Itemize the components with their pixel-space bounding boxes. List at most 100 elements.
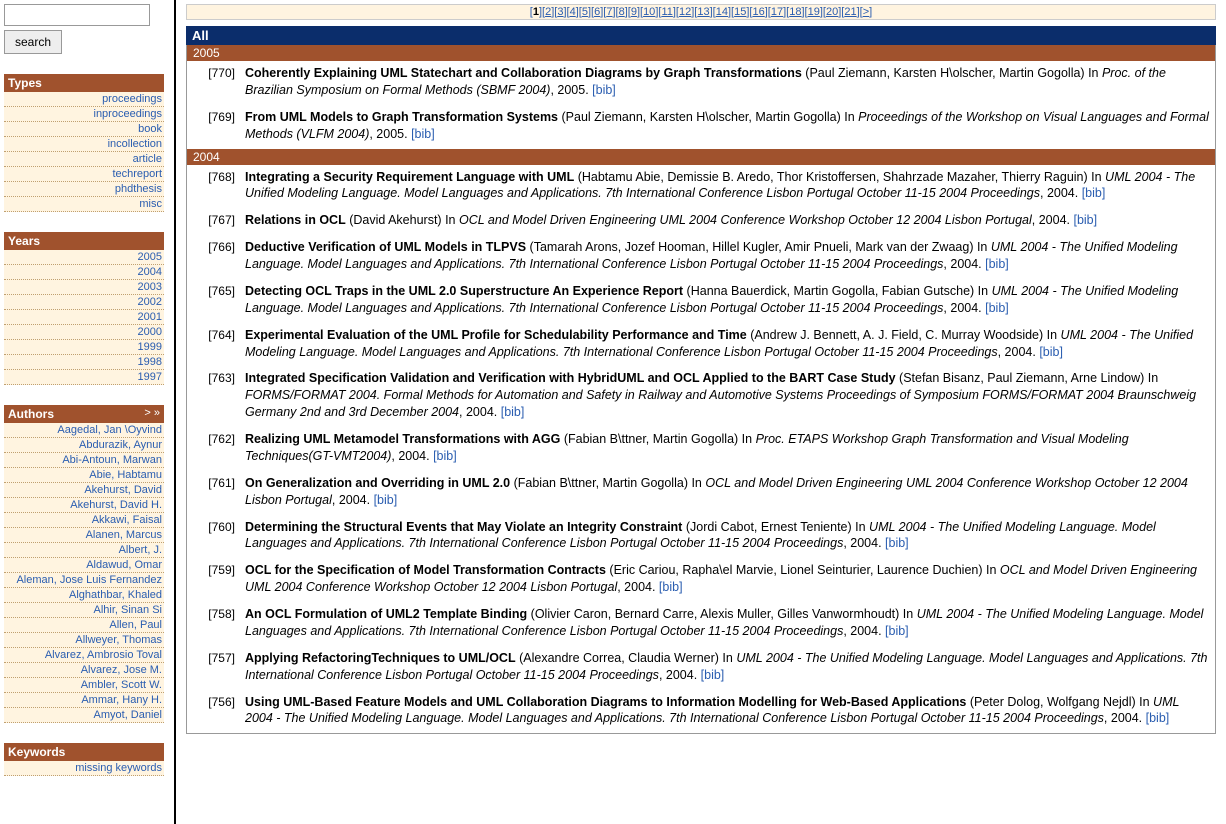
types-item[interactable]: misc — [4, 197, 164, 212]
authors-item[interactable]: Abdurazik, Aynur — [4, 438, 164, 453]
bib-link[interactable]: [bib] — [501, 405, 525, 419]
authors-item[interactable]: Abi-Antoun, Marwan — [4, 453, 164, 468]
page-link[interactable]: 15 — [734, 6, 746, 18]
authors-item[interactable]: Alvarez, Ambrosio Toval — [4, 648, 164, 663]
page-link[interactable]: 2 — [545, 6, 551, 18]
entry-body: Using UML-Based Feature Models and UML C… — [245, 694, 1209, 728]
entry-title[interactable]: Applying RefactoringTechniques to UML/OC… — [245, 651, 516, 665]
authors-item[interactable]: Akehurst, David H. — [4, 498, 164, 513]
bib-link[interactable]: [bib] — [411, 127, 435, 141]
keywords-item[interactable]: missing keywords — [4, 761, 164, 776]
types-item[interactable]: techreport — [4, 167, 164, 182]
page-link[interactable]: 5 — [582, 6, 588, 18]
bib-link[interactable]: [bib] — [433, 449, 457, 463]
years-item[interactable]: 2000 — [4, 325, 164, 340]
entry-title[interactable]: Experimental Evaluation of the UML Profi… — [245, 328, 747, 342]
authors-item[interactable]: Ammar, Hany H. — [4, 693, 164, 708]
entry-title[interactable]: Integrating a Security Requirement Langu… — [245, 170, 574, 184]
search-input[interactable] — [4, 4, 150, 26]
years-item[interactable]: 2001 — [4, 310, 164, 325]
years-item[interactable]: 2002 — [4, 295, 164, 310]
types-item[interactable]: phdthesis — [4, 182, 164, 197]
page-link[interactable]: 3 — [557, 6, 563, 18]
page-link[interactable]: 21 — [844, 6, 856, 18]
entry-title[interactable]: Relations in OCL — [245, 213, 346, 227]
types-item[interactable]: book — [4, 122, 164, 137]
page-link[interactable]: 14 — [716, 6, 728, 18]
entry-title[interactable]: Determining the Structural Events that M… — [245, 520, 682, 534]
years-item[interactable]: 2003 — [4, 280, 164, 295]
authors-item[interactable]: Aagedal, Jan \Oyvind — [4, 423, 164, 438]
page-link[interactable]: 16 — [752, 6, 764, 18]
years-item[interactable]: 1997 — [4, 370, 164, 385]
bib-link[interactable]: [bib] — [885, 536, 909, 550]
authors-item[interactable]: Akkawi, Faisal — [4, 513, 164, 528]
page-link[interactable]: 13 — [697, 6, 709, 18]
bib-link[interactable]: [bib] — [701, 668, 725, 682]
years-item[interactable]: 1999 — [4, 340, 164, 355]
types-item[interactable]: article — [4, 152, 164, 167]
entry-title[interactable]: From UML Models to Graph Transformation … — [245, 110, 558, 124]
entry-title[interactable]: Using UML-Based Feature Models and UML C… — [245, 695, 966, 709]
page-link[interactable]: 9 — [631, 6, 637, 18]
entry-body: OCL for the Specification of Model Trans… — [245, 562, 1209, 596]
entry-title[interactable]: On Generalization and Overriding in UML … — [245, 476, 510, 490]
bib-link[interactable]: [bib] — [592, 83, 616, 97]
authors-item[interactable]: Amyot, Daniel — [4, 708, 164, 723]
authors-item[interactable]: Ambler, Scott W. — [4, 678, 164, 693]
entry-row: [768]Integrating a Security Requirement … — [187, 165, 1215, 209]
page-link[interactable]: 17 — [771, 6, 783, 18]
entry-title[interactable]: Realizing UML Metamodel Transformations … — [245, 432, 560, 446]
bib-link[interactable]: [bib] — [374, 493, 398, 507]
bib-link[interactable]: [bib] — [1039, 345, 1063, 359]
authors-item[interactable]: Alghathbar, Khaled — [4, 588, 164, 603]
bib-link[interactable]: [bib] — [1073, 213, 1097, 227]
page-link[interactable]: 8 — [619, 6, 625, 18]
page-link[interactable]: 20 — [826, 6, 838, 18]
page-next[interactable]: > — [863, 6, 869, 18]
authors-item[interactable]: Alvarez, Jose M. — [4, 663, 164, 678]
entry-title[interactable]: Detecting OCL Traps in the UML 2.0 Super… — [245, 284, 683, 298]
entry-title[interactable]: OCL for the Specification of Model Trans… — [245, 563, 606, 577]
authors-item[interactable]: Akehurst, David — [4, 483, 164, 498]
panel-types: Types proceedingsinproceedingsbookincoll… — [4, 74, 164, 212]
authors-item[interactable]: Aleman, Jose Luis Fernandez — [4, 573, 164, 588]
bib-link[interactable]: [bib] — [985, 257, 1009, 271]
authors-item[interactable]: Allen, Paul — [4, 618, 164, 633]
types-item[interactable]: proceedings — [4, 92, 164, 107]
authors-item[interactable]: Abie, Habtamu — [4, 468, 164, 483]
bib-link[interactable]: [bib] — [1146, 711, 1170, 725]
bib-link[interactable]: [bib] — [885, 624, 909, 638]
types-item[interactable]: incollection — [4, 137, 164, 152]
entry-row: [757]Applying RefactoringTechniques to U… — [187, 646, 1215, 690]
entry-row: [766]Deductive Verification of UML Model… — [187, 235, 1215, 279]
panel-keywords-title: Keywords — [8, 745, 65, 759]
bib-link[interactable]: [bib] — [985, 301, 1009, 315]
entry-title[interactable]: Deductive Verification of UML Models in … — [245, 240, 526, 254]
bib-link[interactable]: [bib] — [659, 580, 683, 594]
bib-link[interactable]: [bib] — [1082, 186, 1106, 200]
panel-keywords: Keywords missing keywords — [4, 743, 164, 776]
years-item[interactable]: 2005 — [4, 250, 164, 265]
years-item[interactable]: 1998 — [4, 355, 164, 370]
authors-item[interactable]: Alhir, Sinan Si — [4, 603, 164, 618]
entry-title[interactable]: An OCL Formulation of UML2 Template Bind… — [245, 607, 527, 621]
page-link[interactable]: 18 — [789, 6, 801, 18]
entry-title[interactable]: Integrated Specification Validation and … — [245, 371, 896, 385]
page-link[interactable]: 11 — [661, 6, 672, 18]
authors-item[interactable]: Albert, J. — [4, 543, 164, 558]
authors-item[interactable]: Aldawud, Omar — [4, 558, 164, 573]
entry-title[interactable]: Coherently Explaining UML Statechart and… — [245, 66, 802, 80]
search-button[interactable]: search — [4, 30, 62, 54]
page-link[interactable]: 4 — [570, 6, 576, 18]
page-link[interactable]: 12 — [679, 6, 691, 18]
authors-item[interactable]: Allweyer, Thomas — [4, 633, 164, 648]
authors-nav-next-icon[interactable]: > » — [144, 407, 160, 421]
types-item[interactable]: inproceedings — [4, 107, 164, 122]
page-link[interactable]: 7 — [606, 6, 612, 18]
years-item[interactable]: 2004 — [4, 265, 164, 280]
page-link[interactable]: 19 — [808, 6, 820, 18]
authors-item[interactable]: Alanen, Marcus — [4, 528, 164, 543]
page-link[interactable]: 6 — [594, 6, 600, 18]
page-link[interactable]: 10 — [643, 6, 655, 18]
